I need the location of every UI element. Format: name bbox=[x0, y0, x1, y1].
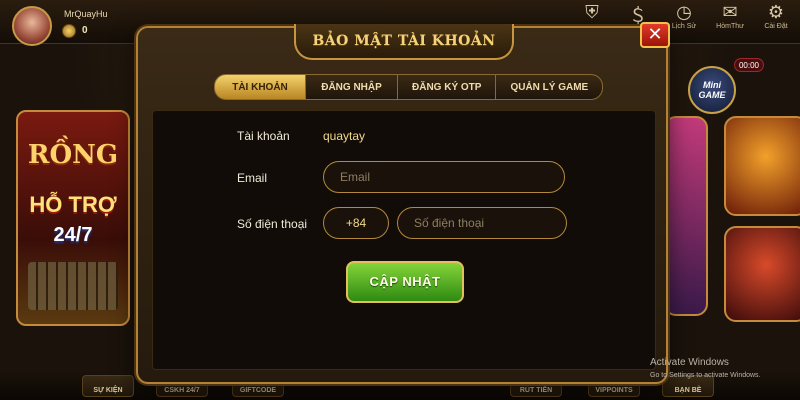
tab-otp-registration[interactable]: ĐĂNG KÝ OTP bbox=[398, 74, 497, 100]
close-button[interactable]: ✕ bbox=[640, 22, 670, 48]
account-value: quaytay bbox=[323, 129, 366, 143]
watermark-title: Activate Windows bbox=[650, 357, 729, 368]
dialog-header: BẢO MẬT TÀI KHOẢN bbox=[294, 24, 514, 60]
promo-game-grid bbox=[28, 262, 118, 310]
mail-icon: ✉ bbox=[722, 2, 738, 22]
email-label: Email bbox=[237, 171, 268, 185]
shield-icon: ⛨ bbox=[585, 2, 599, 22]
email-field[interactable] bbox=[323, 161, 565, 193]
watermark-subtitle: Go to Settings to activate Windows. bbox=[650, 372, 761, 379]
update-button[interactable]: CẬP NHẬT bbox=[346, 261, 464, 303]
dialog-tabs: TÀI KHOẢN ĐĂNG NHẬP ĐĂNG KÝ OTP QUẢN LÝ … bbox=[214, 74, 604, 100]
phone-label: Số điện thoại bbox=[237, 217, 308, 231]
game-card-fruits[interactable] bbox=[724, 116, 800, 216]
phone-field[interactable] bbox=[397, 207, 567, 239]
mini-game-timer: 00:00 bbox=[734, 58, 764, 72]
account-form: Tài khoản quaytay Email Số điện thoại +8… bbox=[152, 110, 656, 370]
avatar[interactable] bbox=[12, 6, 52, 46]
promo-brand: RỒNG bbox=[27, 140, 119, 170]
account-label: Tài khoản bbox=[237, 129, 290, 143]
tab-account[interactable]: TÀI KHOẢN bbox=[214, 74, 306, 100]
game-card-lottery[interactable] bbox=[664, 116, 708, 316]
tab-game-management[interactable]: QUẢN LÝ GAME bbox=[496, 74, 604, 100]
topbar-item-mail[interactable]: ✉ HòmThư bbox=[710, 2, 750, 30]
gear-icon: ⚙ bbox=[767, 2, 785, 22]
topbar-item-settings[interactable]: ⚙ Cài Đặt bbox=[756, 2, 796, 30]
account-security-dialog: BẢO MẬT TÀI KHOẢN ✕ TÀI KHOẢN ĐĂNG NHẬP … bbox=[136, 22, 670, 384]
activate-windows-watermark: Activate Windows Go to Settings to activ… bbox=[650, 356, 761, 382]
promo-title: HỖ TRỢ bbox=[29, 192, 117, 217]
dialog-title: BẢO MẬT TÀI KHOẢN bbox=[312, 33, 496, 49]
game-card-gem[interactable] bbox=[724, 226, 800, 322]
phone-country-code[interactable]: +84 bbox=[323, 207, 389, 239]
username: MrQuayHu bbox=[64, 9, 108, 19]
settings-label: Cài Đặt bbox=[764, 23, 788, 30]
bottom-item-events[interactable]: SỰ KIỆN bbox=[82, 375, 134, 397]
clock-icon: ◷ bbox=[676, 2, 692, 22]
topbar-item-history[interactable]: ◷ Lịch Sử bbox=[664, 2, 704, 30]
topbar-item-shield[interactable]: ⛨ bbox=[572, 2, 612, 23]
tab-login[interactable]: ĐĂNG NHẬP bbox=[306, 74, 398, 100]
history-label: Lịch Sử bbox=[671, 23, 697, 30]
promo-subtitle: 24/7 bbox=[53, 224, 93, 246]
mail-label: HòmThư bbox=[716, 23, 744, 30]
coin-balance: 0 bbox=[82, 25, 88, 36]
promo-banner[interactable]: RỒNG HỖ TRỢ 24/7 bbox=[16, 110, 130, 326]
mini-game-button[interactable]: Mini GAME bbox=[688, 66, 736, 114]
coin-icon bbox=[62, 24, 76, 38]
